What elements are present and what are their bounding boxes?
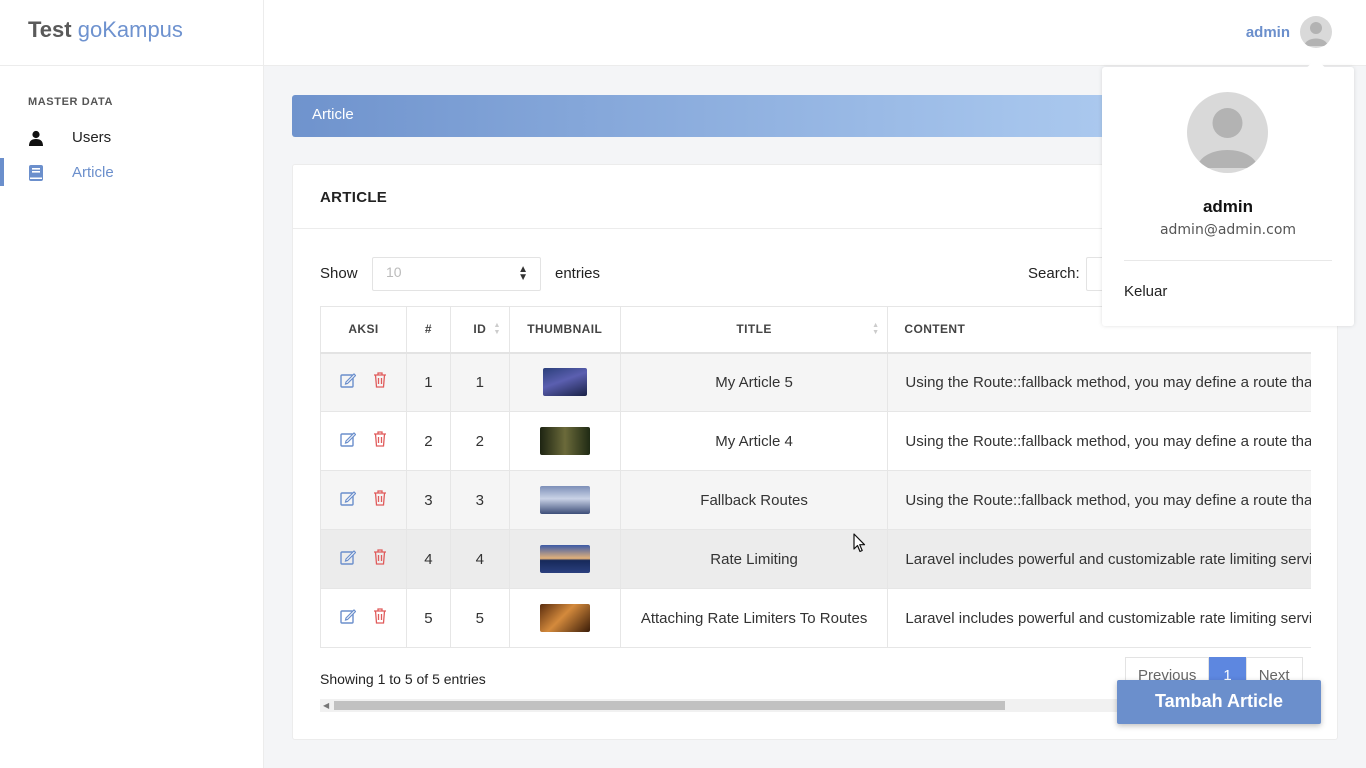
sidebar-item-label: Article (72, 164, 114, 181)
article-table-container: AKSI # ID ▲ ▼ THUMBNAIL TITLE ▲ ▼ CONTENT 1 … (320, 306, 1311, 650)
row-number: 2 (405, 411, 451, 471)
edit-icon[interactable] (340, 372, 357, 392)
divider (1124, 260, 1332, 261)
row-number: 5 (405, 588, 451, 648)
sort-select-icon: ▲ ▼ (518, 264, 528, 283)
col-id[interactable]: ID ▲ ▼ (449, 306, 510, 354)
row-content: Using the Route::fallback method, you ma… (887, 352, 1311, 412)
user-icon (26, 128, 46, 148)
page-length-value: 10 (386, 264, 402, 280)
col-title[interactable]: TITLE ▲ ▼ (619, 306, 889, 354)
topbar: admin (264, 0, 1366, 66)
row-content: Using the Route::fallback method, you ma… (887, 470, 1311, 530)
trash-icon[interactable] (373, 490, 387, 510)
edit-icon[interactable] (340, 431, 357, 451)
table-row: 2 2 My Article 4 Using the Route::fallba… (320, 411, 1311, 471)
thumbnail-image[interactable] (542, 368, 587, 397)
dropdown-username: admin (1202, 197, 1254, 216)
user-dropdown: admin admin@admin.com Keluar (1102, 67, 1354, 326)
table-info: Showing 1 to 5 of 5 entries (320, 671, 486, 687)
page-title: Article (312, 106, 354, 123)
row-content: Laravel includes powerful and customizab… (887, 588, 1311, 648)
sidebar-section-title: MASTER DATA (28, 96, 114, 108)
row-thumbnail (508, 352, 621, 412)
row-id: 2 (449, 411, 510, 471)
show-label: Show (320, 265, 358, 282)
row-thumbnail (508, 588, 621, 648)
trash-icon[interactable] (373, 549, 387, 569)
edit-icon[interactable] (340, 549, 357, 569)
row-content: Laravel includes powerful and customizab… (887, 529, 1311, 589)
topbar-username: admin (1245, 23, 1290, 41)
avatar (1187, 92, 1268, 173)
row-title: My Article 5 (619, 352, 889, 412)
user-menu-toggle[interactable]: admin (1246, 16, 1332, 48)
sort-icon: ▲ ▼ (872, 322, 880, 336)
row-id: 3 (449, 470, 510, 530)
trash-icon[interactable] (373, 608, 387, 628)
article-table: AKSI # ID ▲ ▼ THUMBNAIL TITLE ▲ ▼ CONTENT 1 … (320, 306, 1311, 648)
row-id: 4 (449, 529, 510, 589)
row-id: 5 (449, 588, 510, 648)
page-length-select[interactable]: 10 ▲ ▼ (372, 257, 541, 291)
col-aksi[interactable]: AKSI (320, 306, 407, 354)
row-actions (320, 352, 407, 412)
thumbnail-image[interactable] (539, 604, 590, 632)
entries-label: entries (555, 265, 601, 282)
col-thumbnail[interactable]: THUMBNAIL (508, 306, 621, 354)
sidebar-item-article[interactable]: Article (0, 155, 263, 190)
sidebar-item-users[interactable]: Users (0, 120, 263, 155)
scroll-left-icon[interactable]: ◀ (323, 701, 329, 710)
row-thumbnail (508, 411, 621, 471)
row-actions (320, 588, 407, 648)
sidebar: Test goKampus MASTER DATA Users Article (0, 0, 264, 768)
trash-icon[interactable] (373, 372, 387, 392)
table-row: 5 5 Attaching Rate Limiters To Routes La… (320, 588, 1311, 648)
row-thumbnail (508, 529, 621, 589)
row-id: 1 (449, 352, 510, 412)
trash-icon[interactable] (373, 431, 387, 451)
col-id-label: ID (473, 322, 487, 337)
row-title: Rate Limiting (619, 529, 889, 589)
row-title: Attaching Rate Limiters To Routes (619, 588, 889, 648)
table-row: 1 1 My Article 5 Using the Route::fallba… (320, 352, 1311, 412)
brand-part-2: goKampus (77, 17, 183, 42)
dropdown-email: admin@admin.com (1159, 222, 1297, 238)
add-article-button[interactable]: Tambah Article (1117, 680, 1321, 724)
row-actions (320, 411, 407, 471)
row-actions (320, 470, 407, 530)
row-title: Fallback Routes (619, 470, 889, 530)
row-number: 1 (405, 352, 451, 412)
table-row: 4 4 Rate Limiting Laravel includes power… (320, 529, 1311, 589)
edit-icon[interactable] (340, 490, 357, 510)
thumbnail-image[interactable] (539, 427, 590, 455)
row-title: My Article 4 (619, 411, 889, 471)
sidebar-item-label: Users (72, 129, 112, 146)
brand-part-1: Test (28, 17, 72, 42)
row-number: 3 (405, 470, 451, 530)
avatar[interactable] (1300, 16, 1332, 48)
row-content: Using the Route::fallback method, you ma… (887, 411, 1311, 471)
row-thumbnail (508, 470, 621, 530)
table-row: 3 3 Fallback Routes Using the Route::fal… (320, 470, 1311, 530)
col-title-label: TITLE (736, 322, 772, 337)
edit-icon[interactable] (340, 608, 357, 628)
book-icon (26, 163, 46, 183)
scrollbar-thumb[interactable] (334, 701, 1005, 710)
thumbnail-image[interactable] (539, 545, 590, 573)
col-number[interactable]: # (405, 306, 451, 354)
sort-icon: ▲ ▼ (493, 322, 501, 336)
thumbnail-image[interactable] (539, 486, 590, 514)
row-actions (320, 529, 407, 589)
mouse-cursor-icon (853, 533, 867, 557)
search-label: Search: (1028, 265, 1080, 282)
brand-logo[interactable]: Test goKampus (0, 0, 263, 66)
logout-link[interactable]: Keluar (1124, 283, 1167, 300)
row-number: 4 (405, 529, 451, 589)
